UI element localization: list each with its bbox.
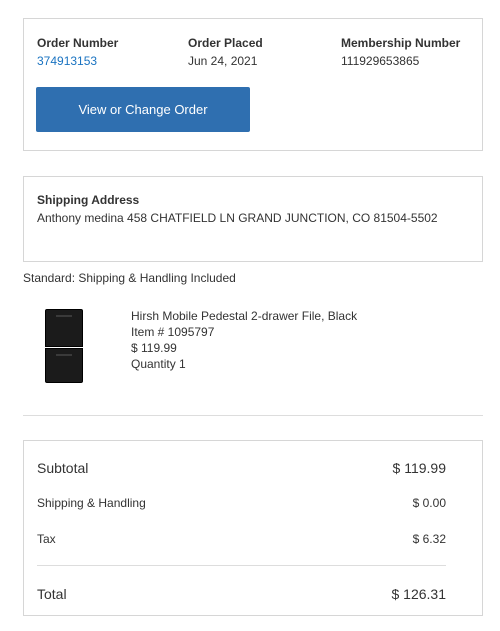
item-number: Item # 1095797 (131, 325, 215, 339)
tax-label: Tax (37, 532, 56, 546)
cabinet-drawer-top (45, 309, 83, 347)
subtotal-row: Subtotal $ 119.99 (37, 460, 446, 476)
shipping-address-heading: Shipping Address (37, 193, 140, 207)
cabinet-drawer-bottom (45, 348, 83, 383)
order-placed-date: Jun 24, 2021 (188, 54, 258, 68)
subtotal-label: Subtotal (37, 460, 89, 476)
item-price: $ 119.99 (131, 341, 177, 355)
total-label: Total (37, 586, 67, 602)
shipping-address-card: Shipping Address Anthony medina 458 CHAT… (23, 176, 483, 262)
shipping-address-text: Anthony medina 458 CHATFIELD LN GRAND JU… (37, 211, 438, 225)
order-number-column: Order Number 374913153 (37, 36, 118, 69)
order-placed-label: Order Placed (188, 36, 263, 50)
order-number-label: Order Number (37, 36, 119, 50)
shipping-handling-label: Shipping & Handling (37, 496, 146, 510)
file-cabinet-image[interactable] (45, 309, 83, 383)
shipping-handling-value: $ 0.00 (412, 496, 446, 510)
item-details: Hirsh Mobile Pedestal 2-drawer File, Bla… (131, 308, 357, 372)
totals-divider (37, 565, 446, 566)
item-quantity: Quantity 1 (131, 357, 186, 371)
order-number-link[interactable]: 374913153 (37, 54, 118, 69)
shipping-method-text: Standard: Shipping & Handling Included (23, 271, 236, 285)
view-change-order-button[interactable]: View or Change Order (36, 87, 250, 132)
subtotal-value: $ 119.99 (392, 460, 446, 476)
order-summary-card: Order Number 374913153 Order Placed Jun … (23, 18, 483, 151)
membership-number-value: 111929653865 (341, 54, 420, 68)
membership-number-label: Membership Number (341, 36, 461, 50)
order-totals-card: Subtotal $ 119.99 Shipping & Handling $ … (23, 440, 483, 616)
total-value: $ 126.31 (391, 586, 447, 602)
item-name-link[interactable]: Hirsh Mobile Pedestal 2-drawer File, Bla… (131, 308, 357, 324)
tax-value: $ 6.32 (412, 532, 446, 546)
tax-row: Tax $ 6.32 (37, 531, 446, 547)
total-row: Total $ 126.31 (37, 586, 446, 602)
shipping-handling-row: Shipping & Handling $ 0.00 (37, 495, 446, 511)
order-placed-column: Order Placed Jun 24, 2021 (188, 36, 263, 69)
membership-column: Membership Number 111929653865 (341, 36, 460, 69)
section-divider (23, 415, 483, 416)
